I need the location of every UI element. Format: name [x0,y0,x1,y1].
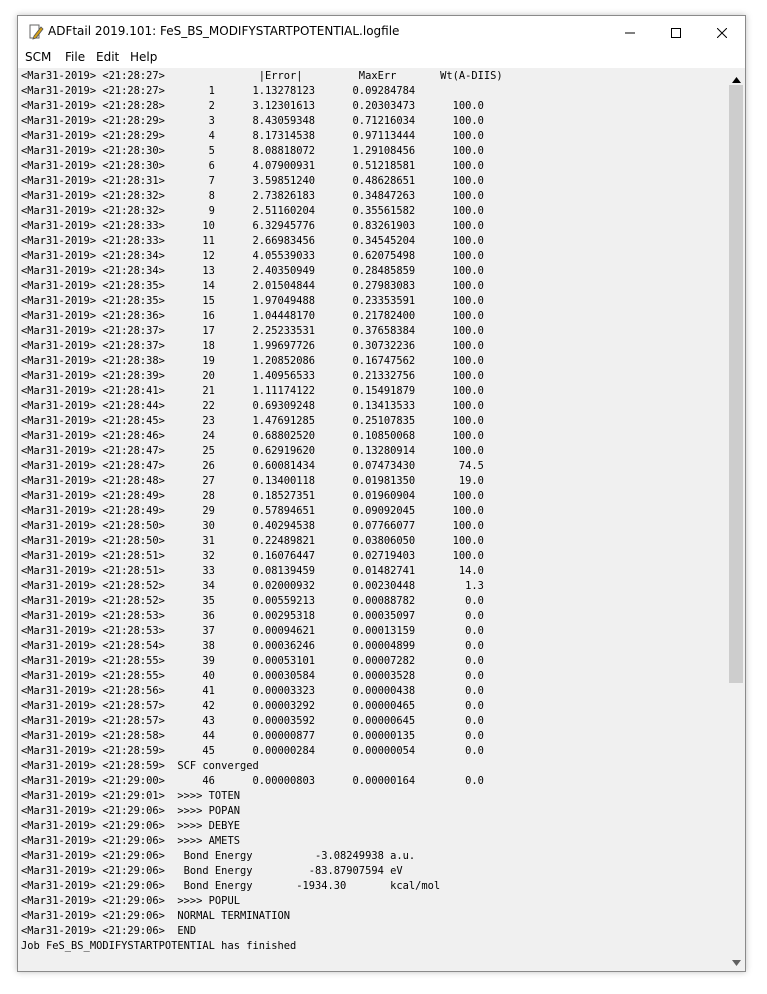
close-button[interactable] [699,16,745,48]
log-line: <Mar31-2019> <21:28:39> 20 1.40956533 0.… [21,370,484,382]
log-line: <Mar31-2019> <21:29:06> >>>> POPUL [21,895,240,907]
log-line: <Mar31-2019> <21:28:50> 31 0.22489821 0.… [21,535,484,547]
log-line: <Mar31-2019> <21:28:57> 43 0.00003592 0.… [21,715,484,727]
log-line: <Mar31-2019> <21:28:49> 28 0.18527351 0.… [21,490,484,502]
log-output: <Mar31-2019> <21:28:27> |Error| MaxErr W… [21,69,727,954]
menu-scm[interactable]: SCM [25,50,51,64]
log-text-area[interactable]: <Mar31-2019> <21:28:27> |Error| MaxErr W… [21,69,727,968]
log-line: <Mar31-2019> <21:28:27> |Error| MaxErr W… [21,70,503,82]
vertical-scrollbar[interactable] [728,69,744,968]
log-line: <Mar31-2019> <21:28:41> 21 1.11174122 0.… [21,385,484,397]
maximize-button[interactable] [653,16,699,48]
title-bar[interactable]: ADFtail 2019.101: FeS_BS_MODIFYSTARTPOTE… [18,16,745,48]
log-line: <Mar31-2019> <21:28:59> SCF converged [21,760,259,772]
log-line: <Mar31-2019> <21:28:50> 30 0.40294538 0.… [21,520,484,532]
scroll-up-arrow-icon [731,68,741,87]
log-line: <Mar31-2019> <21:28:54> 38 0.00036246 0.… [21,640,484,652]
log-line: <Mar31-2019> <21:29:06> NORMAL TERMINATI… [21,910,290,922]
scroll-up-button[interactable] [728,69,744,85]
log-line: <Mar31-2019> <21:28:32> 8 2.73826183 0.3… [21,190,484,202]
menu-help[interactable]: Help [130,50,157,64]
log-line: <Mar31-2019> <21:29:06> >>>> POPAN [21,805,240,817]
log-line: <Mar31-2019> <21:29:06> Bond Energy -193… [21,880,441,892]
maximize-icon [671,23,681,42]
log-line: <Mar31-2019> <21:28:32> 9 2.51160204 0.3… [21,205,484,217]
log-line: <Mar31-2019> <21:28:55> 40 0.00030584 0.… [21,670,484,682]
log-line: Job FeS_BS_MODIFYSTARTPOTENTIAL has fini… [21,940,297,952]
log-line: <Mar31-2019> <21:28:28> 2 3.12301613 0.2… [21,100,484,112]
scroll-down-arrow-icon [731,951,741,970]
log-window: ADFtail 2019.101: FeS_BS_MODIFYSTARTPOTE… [17,15,746,972]
log-line: <Mar31-2019> <21:28:51> 32 0.16076447 0.… [21,550,484,562]
log-line: <Mar31-2019> <21:28:52> 34 0.02000932 0.… [21,580,484,592]
log-line: <Mar31-2019> <21:29:06> END [21,925,197,937]
log-line: <Mar31-2019> <21:28:49> 29 0.57894651 0.… [21,505,484,517]
log-line: <Mar31-2019> <21:28:47> 25 0.62919620 0.… [21,445,484,457]
log-line: <Mar31-2019> <21:28:33> 10 6.32945776 0.… [21,220,484,232]
menu-file[interactable]: File [65,50,85,64]
pen-icon [28,24,44,40]
log-line: <Mar31-2019> <21:29:06> >>>> DEBYE [21,820,240,832]
log-line: <Mar31-2019> <21:28:36> 16 1.04448170 0.… [21,310,484,322]
scroll-down-button[interactable] [728,952,744,968]
scrollbar-thumb[interactable] [729,85,743,683]
log-line: <Mar31-2019> <21:28:38> 19 1.20852086 0.… [21,355,484,367]
log-line: <Mar31-2019> <21:28:34> 13 2.40350949 0.… [21,265,484,277]
window-title: ADFtail 2019.101: FeS_BS_MODIFYSTARTPOTE… [48,24,400,38]
minimize-button[interactable] [607,16,653,48]
log-line: <Mar31-2019> <21:28:30> 5 8.08818072 1.2… [21,145,484,157]
log-line: <Mar31-2019> <21:28:53> 36 0.00295318 0.… [21,610,484,622]
log-line: <Mar31-2019> <21:28:46> 24 0.68802520 0.… [21,430,484,442]
log-line: <Mar31-2019> <21:29:06> Bond Energy -3.0… [21,850,416,862]
log-line: <Mar31-2019> <21:28:30> 6 4.07900931 0.5… [21,160,484,172]
log-line: <Mar31-2019> <21:28:27> 1 1.13278123 0.0… [21,85,416,97]
log-line: <Mar31-2019> <21:28:47> 26 0.60081434 0.… [21,460,484,472]
menu-bar: SCM File Edit Help [18,48,745,68]
log-line: <Mar31-2019> <21:28:57> 42 0.00003292 0.… [21,700,484,712]
log-line: <Mar31-2019> <21:28:45> 23 1.47691285 0.… [21,415,484,427]
log-line: <Mar31-2019> <21:28:29> 3 8.43059348 0.7… [21,115,484,127]
log-line: <Mar31-2019> <21:28:53> 37 0.00094621 0.… [21,625,484,637]
log-line: <Mar31-2019> <21:28:35> 14 2.01504844 0.… [21,280,484,292]
log-line: <Mar31-2019> <21:29:06> >>>> AMETS [21,835,240,847]
log-line: <Mar31-2019> <21:28:34> 12 4.05539033 0.… [21,250,484,262]
log-line: <Mar31-2019> <21:28:31> 7 3.59851240 0.4… [21,175,484,187]
log-line: <Mar31-2019> <21:28:48> 27 0.13400118 0.… [21,475,484,487]
log-line: <Mar31-2019> <21:28:29> 4 8.17314538 0.9… [21,130,484,142]
log-line: <Mar31-2019> <21:29:06> Bond Energy -83.… [21,865,403,877]
log-line: <Mar31-2019> <21:28:37> 18 1.99697726 0.… [21,340,484,352]
log-line: <Mar31-2019> <21:28:55> 39 0.00053101 0.… [21,655,484,667]
log-line: <Mar31-2019> <21:28:59> 45 0.00000284 0.… [21,745,484,757]
log-line: <Mar31-2019> <21:28:33> 11 2.66983456 0.… [21,235,484,247]
close-icon [716,23,728,42]
log-line: <Mar31-2019> <21:28:52> 35 0.00559213 0.… [21,595,484,607]
log-line: <Mar31-2019> <21:29:00> 46 0.00000803 0.… [21,775,484,787]
log-line: <Mar31-2019> <21:28:37> 17 2.25233531 0.… [21,325,484,337]
log-line: <Mar31-2019> <21:28:44> 22 0.69309248 0.… [21,400,484,412]
menu-edit[interactable]: Edit [96,50,119,64]
log-line: <Mar31-2019> <21:29:01> >>>> TOTEN [21,790,240,802]
log-line: <Mar31-2019> <21:28:51> 33 0.08139459 0.… [21,565,484,577]
log-line: <Mar31-2019> <21:28:56> 41 0.00003323 0.… [21,685,484,697]
log-line: <Mar31-2019> <21:28:58> 44 0.00000877 0.… [21,730,484,742]
minimize-icon [625,23,635,42]
log-line: <Mar31-2019> <21:28:35> 15 1.97049488 0.… [21,295,484,307]
